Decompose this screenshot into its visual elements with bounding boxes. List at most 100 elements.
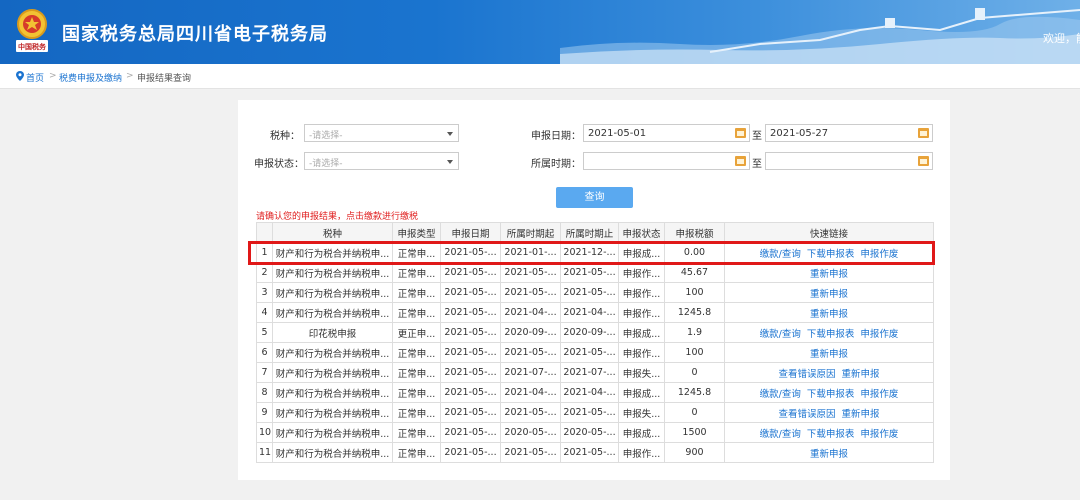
quick-links-cell: 重新申报 <box>724 302 934 323</box>
status-cell: 申报成... <box>618 422 665 443</box>
declare-date-from-input[interactable]: 2021-05-01 <box>583 124 750 142</box>
amount-cell: 45.67 <box>664 262 725 283</box>
calendar-icon[interactable] <box>735 156 746 166</box>
declare-type-cell: 更正申... <box>392 322 441 343</box>
quick-links-cell: 查看错误原因 重新申报 <box>724 362 934 383</box>
period-start-cell: 2021-04-... <box>500 302 561 323</box>
tax-type-cell: 财产和行为税合并纳税申... <box>272 442 393 463</box>
quick-link[interactable]: 重新申报 <box>810 289 848 300</box>
amount-cell: 1.9 <box>664 322 725 343</box>
status-cell: 申报作... <box>618 442 665 463</box>
quick-link[interactable]: 查看错误原因 <box>778 409 835 420</box>
declare-date-cell: 2021-05-... <box>440 442 501 463</box>
quick-link[interactable]: 申报作废 <box>860 389 898 400</box>
quick-link[interactable]: 缴款/查询 <box>760 329 801 340</box>
quick-link[interactable]: 查看错误原因 <box>778 369 835 380</box>
status-cell: 申报失... <box>618 402 665 423</box>
table-row: 3 财产和行为税合并纳税申... 正常申... 2021-05-... 2021-05-… <box>256 282 934 303</box>
tax-type-cell: 财产和行为税合并纳税申... <box>272 402 393 423</box>
declare-type-cell: 正常申... <box>392 282 441 303</box>
site-header: 中国税务 国家税务总局四川省电子税务局 欢迎，能 <box>0 0 1080 64</box>
period-start-cell: 2020-09-... <box>500 322 561 343</box>
tax-type-cell: 财产和行为税合并纳税申... <box>272 362 393 383</box>
quick-link[interactable]: 申报作废 <box>860 329 898 340</box>
quick-links-cell: 缴款/查询 下载申报表 申报作废 <box>724 322 934 343</box>
amount-cell: 0 <box>664 402 725 423</box>
query-button[interactable]: 查询 <box>556 187 633 208</box>
column-header-amount: 申报税额 <box>664 222 725 243</box>
calendar-icon[interactable] <box>735 128 746 138</box>
period-to-input[interactable] <box>765 152 933 170</box>
quick-link[interactable]: 重新申报 <box>842 409 880 420</box>
quick-link[interactable]: 下载申报表 <box>807 429 855 440</box>
emblem-text: 中国税务 <box>18 43 46 51</box>
chevron-down-icon <box>447 132 453 136</box>
status-cell: 申报作... <box>618 282 665 303</box>
quick-link[interactable]: 下载申报表 <box>807 329 855 340</box>
period-start-cell: 2021-05-... <box>500 262 561 283</box>
column-header-index <box>256 222 273 243</box>
table-row: 2 财产和行为税合并纳税申... 正常申... 2021-05-... 2021-05-… <box>256 262 934 283</box>
calendar-icon[interactable] <box>918 128 929 138</box>
period-end-cell: 2021-05-... <box>560 262 619 283</box>
amount-cell: 1245.8 <box>664 302 725 323</box>
column-header-declare-type: 申报类型 <box>392 222 441 243</box>
range-to-label: 至 <box>752 131 762 142</box>
declare-date-to-input[interactable]: 2021-05-27 <box>765 124 933 142</box>
quick-link[interactable]: 重新申报 <box>810 309 848 320</box>
breadcrumb-separator: > <box>126 71 134 81</box>
amount-cell: 1500 <box>664 422 725 443</box>
declare-date-cell: 2021-05-... <box>440 262 501 283</box>
row-index: 6 <box>256 342 273 363</box>
tax-type-cell: 财产和行为税合并纳税申... <box>272 382 393 403</box>
status-label: 申报状态： <box>254 159 304 170</box>
tax-type-select[interactable]: -请选择- <box>304 124 459 142</box>
period-from-input[interactable] <box>583 152 750 170</box>
tax-type-cell: 财产和行为税合并纳税申... <box>272 262 393 283</box>
range-to-label: 至 <box>752 159 762 170</box>
quick-links-cell: 缴款/查询 下载申报表 申报作废 <box>724 382 934 403</box>
quick-link[interactable]: 重新申报 <box>842 369 880 380</box>
quick-link[interactable]: 申报作废 <box>860 429 898 440</box>
declare-date-cell: 2021-05-... <box>440 362 501 383</box>
tax-type-placeholder: -请选择- <box>309 131 343 141</box>
quick-link[interactable]: 缴款/查询 <box>760 389 801 400</box>
declare-date-cell: 2021-05-... <box>440 282 501 303</box>
column-header-period-start: 所属时期起 <box>500 222 561 243</box>
row-index: 4 <box>256 302 273 323</box>
table-row: 7 财产和行为税合并纳税申... 正常申... 2021-05-... 2021-07-… <box>256 362 934 383</box>
column-header-status: 申报状态 <box>618 222 665 243</box>
table-row: 5 印花税申报 更正申... 2021-05-... 2020-09-... 2020-0… <box>256 322 934 343</box>
quick-link[interactable]: 缴款/查询 <box>760 429 801 440</box>
declare-date-cell: 2021-05-... <box>440 402 501 423</box>
status-select[interactable]: -请选择- <box>304 152 459 170</box>
breadcrumb-tax-filing[interactable]: 税费申报及缴纳 <box>59 71 122 84</box>
quick-link[interactable]: 下载申报表 <box>807 389 855 400</box>
declare-date-cell: 2021-05-... <box>440 382 501 403</box>
period-end-cell: 2021-05-... <box>560 342 619 363</box>
breadcrumb-separator: > <box>49 71 57 81</box>
quick-link[interactable]: 重新申报 <box>810 449 848 460</box>
declare-type-cell: 正常申... <box>392 362 441 383</box>
quick-links-cell: 重新申报 <box>724 262 934 283</box>
confirm-tip: 请确认您的申报结果，点击缴款进行缴税 <box>256 212 419 222</box>
site-title: 国家税务总局四川省电子税务局 <box>62 24 328 45</box>
breadcrumb-home[interactable]: 首页 <box>26 71 44 84</box>
quick-link[interactable]: 重新申报 <box>810 349 848 360</box>
tax-emblem-icon: 中国税务 <box>12 6 52 58</box>
welcome-text[interactable]: 欢迎，能 <box>1043 30 1080 46</box>
period-end-cell: 2020-05-... <box>560 422 619 443</box>
great-wall-banner <box>560 8 1080 64</box>
column-header-declare-date: 申报日期 <box>440 222 501 243</box>
period-label: 所属时期： <box>531 159 581 170</box>
calendar-icon[interactable] <box>918 156 929 166</box>
amount-cell: 0 <box>664 362 725 383</box>
period-start-cell: 2021-05-... <box>500 442 561 463</box>
quick-link[interactable]: 重新申报 <box>810 269 848 280</box>
declare-type-cell: 正常申... <box>392 302 441 323</box>
period-end-cell: 2021-04-... <box>560 302 619 323</box>
amount-cell: 900 <box>664 442 725 463</box>
declare-date-label: 申报日期： <box>531 131 581 142</box>
status-cell: 申报失... <box>618 362 665 383</box>
declare-date-cell: 2021-05-... <box>440 302 501 323</box>
